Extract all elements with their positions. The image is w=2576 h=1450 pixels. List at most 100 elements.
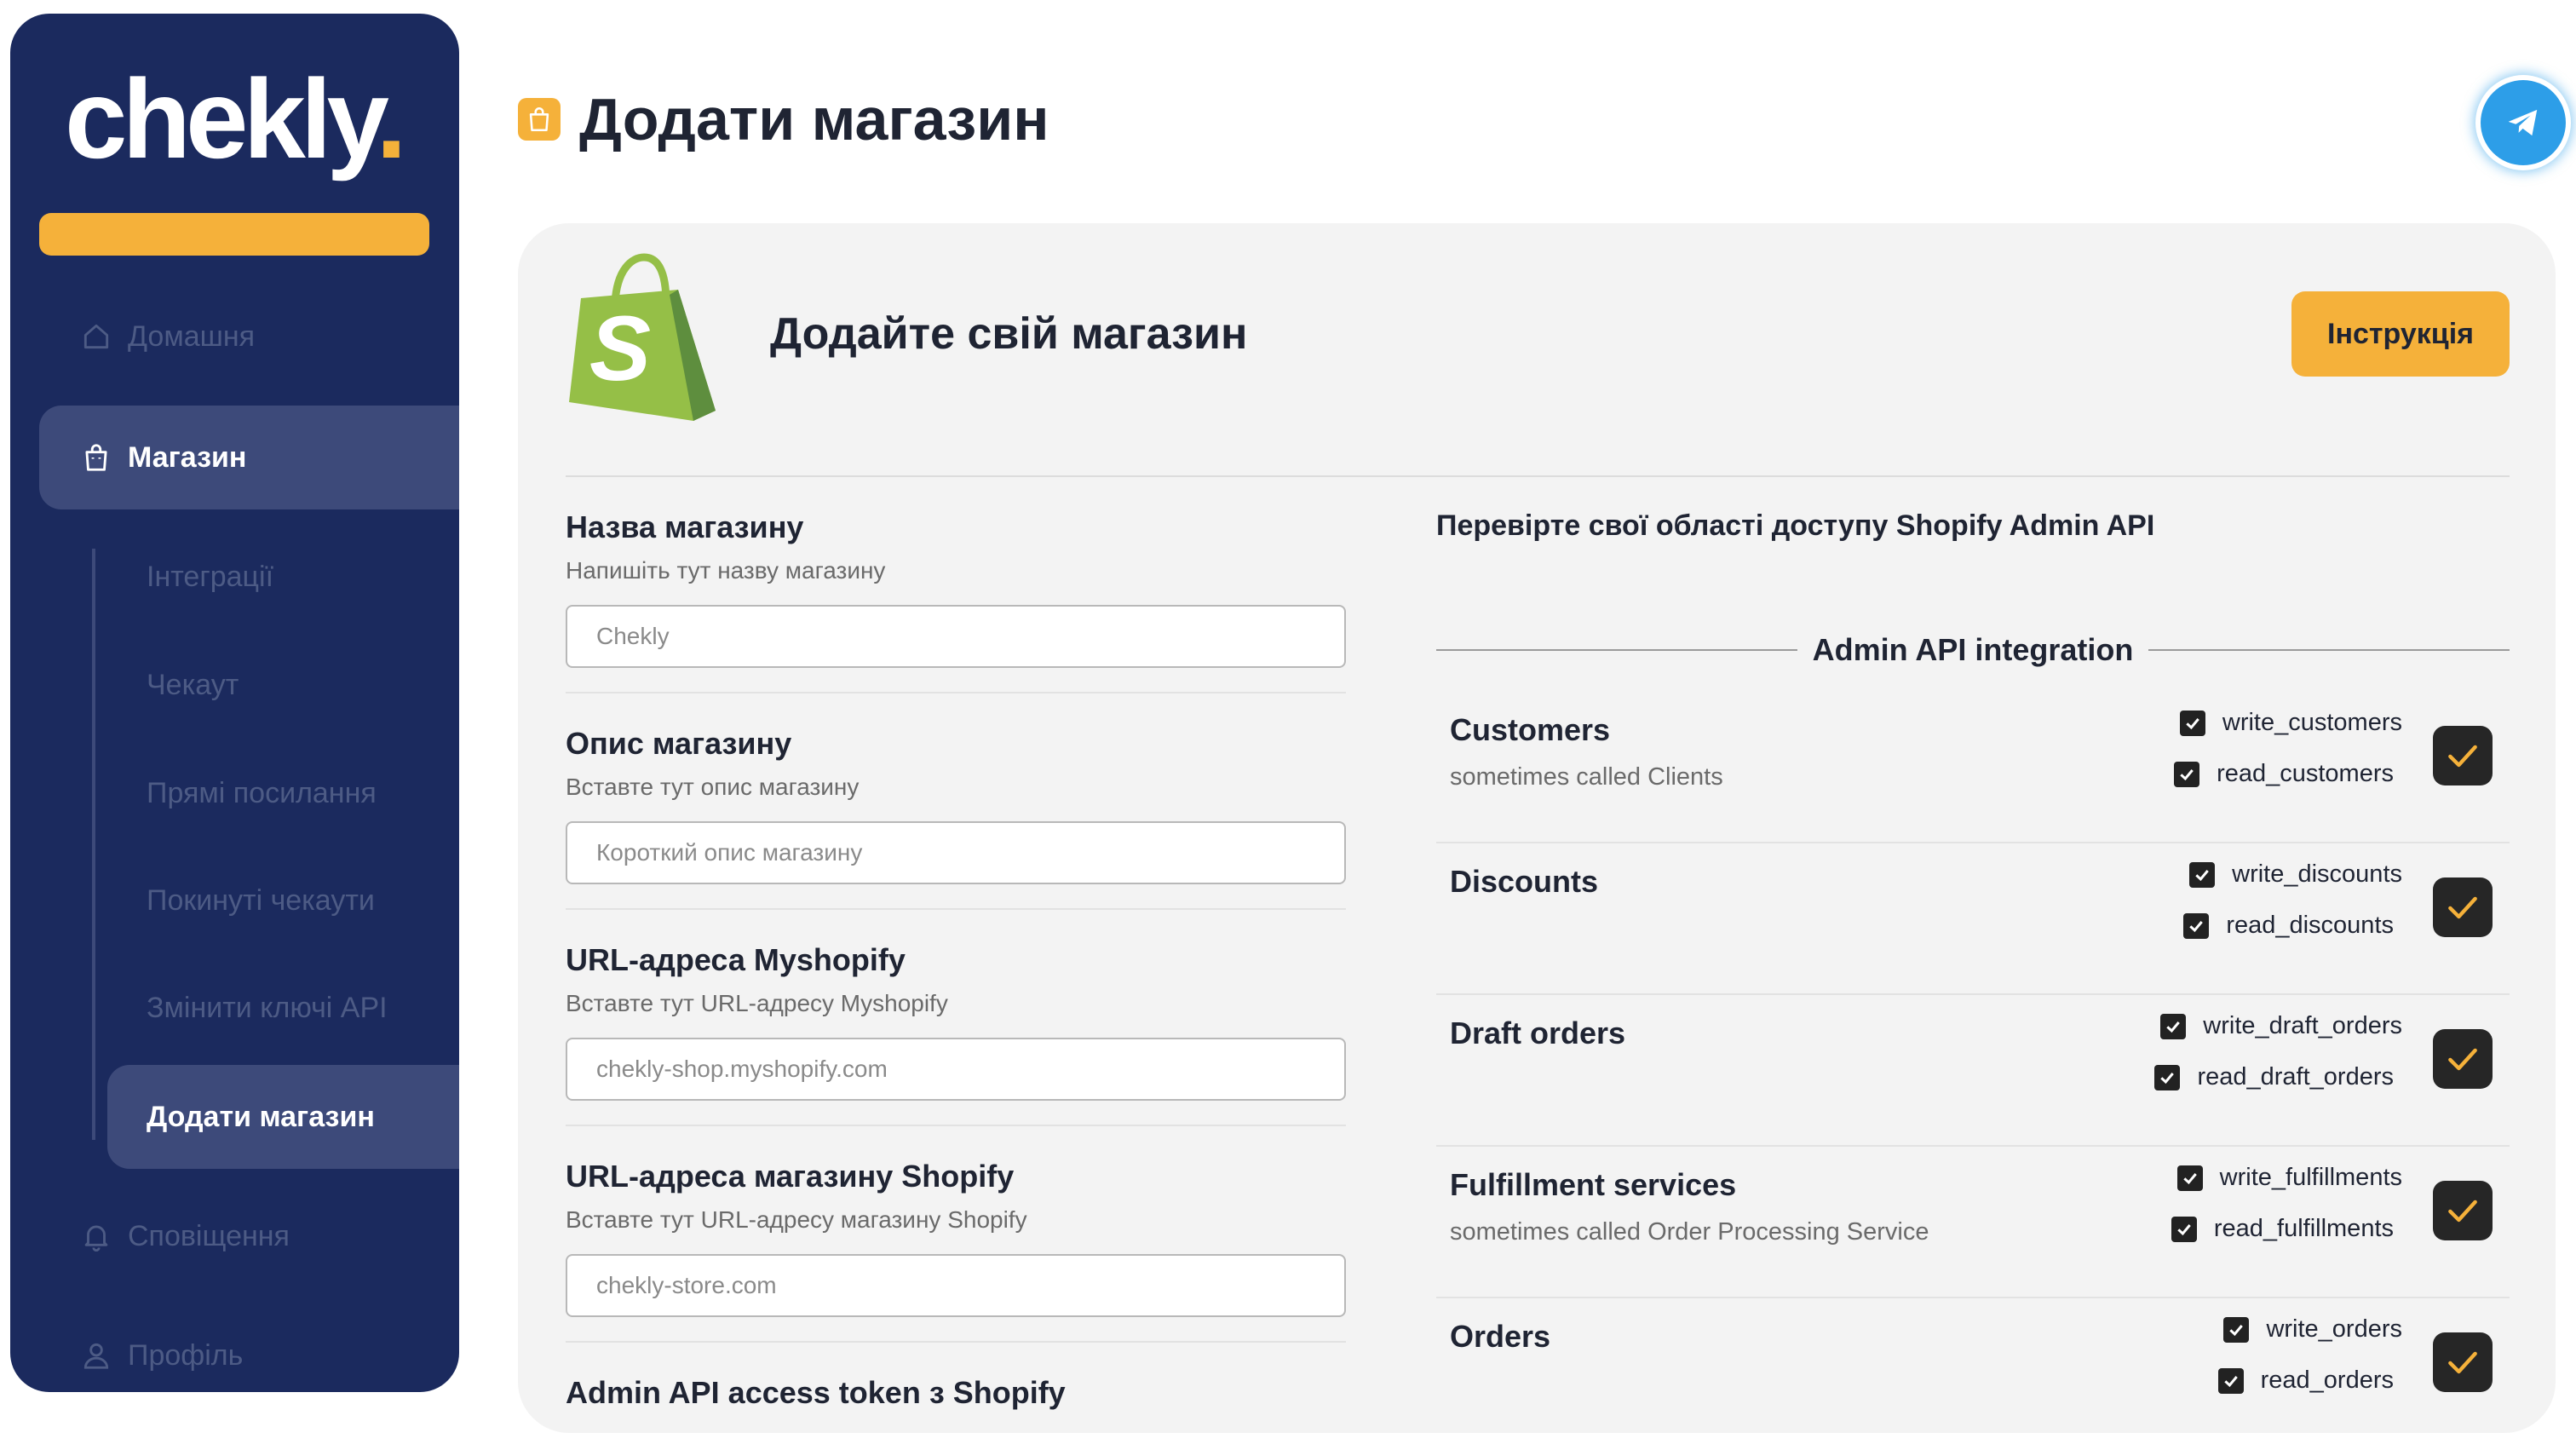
divider xyxy=(2148,649,2510,651)
sidebar-subitem-label: Інтеграції xyxy=(147,560,274,593)
sidebar-subitem-abandoned-checkouts[interactable]: Покинуті чекаути xyxy=(107,849,459,952)
scope-description: sometimes called Order Processing Servic… xyxy=(1450,1218,1929,1246)
myshopify-url-input[interactable] xyxy=(566,1038,1346,1101)
check-icon xyxy=(2448,1048,2477,1071)
telegram-button[interactable] xyxy=(2481,80,2566,165)
checkbox-checked[interactable] xyxy=(2189,861,2216,888)
shop-bag-icon xyxy=(85,444,107,471)
check-icon xyxy=(2177,1223,2191,1235)
divider xyxy=(566,692,1346,693)
permission-write-orders[interactable]: write_orders xyxy=(2223,1315,2402,1344)
scope-row-orders: Orders write_orders read_orders xyxy=(1436,1300,2510,1450)
permission-label: write_draft_orders xyxy=(2203,1012,2402,1039)
submenu-guide-line xyxy=(92,549,95,1140)
admin-api-token-field: Admin API access token з Shopify xyxy=(566,1375,1346,1411)
scope-name: Customers xyxy=(1450,712,1611,747)
permission-read-discounts[interactable]: read_discounts xyxy=(2183,912,2394,940)
field-help: Вставте тут URL-адресу Myshopify xyxy=(566,990,948,1016)
permission-read-orders[interactable]: read_orders xyxy=(2217,1367,2394,1395)
page-header: Додати магазин xyxy=(518,85,1049,153)
scope-enabled-toggle[interactable] xyxy=(2433,1181,2493,1240)
sidebar-item-shop[interactable]: Магазин xyxy=(39,406,459,509)
sidebar-item-label: Сповіщення xyxy=(128,1219,290,1252)
permission-label: write_fulfillments xyxy=(2219,1164,2402,1191)
check-icon xyxy=(2182,1172,2197,1184)
store-name-field: Назва магазину Напишіть тут назву магази… xyxy=(566,509,1346,668)
divider xyxy=(1436,649,1797,651)
sidebar: chekly. Домашня Магазин Інтеграції Чекау… xyxy=(10,14,459,1392)
svg-text:S: S xyxy=(589,296,651,400)
checkbox-checked[interactable] xyxy=(2174,761,2200,787)
scope-row-customers: Customers sometimes called Clients write… xyxy=(1436,693,2510,843)
check-icon xyxy=(2448,1351,2477,1374)
field-label: URL-адреса магазину Shopify xyxy=(566,1159,1015,1194)
permission-label: read_discounts xyxy=(2226,912,2394,939)
store-name-input[interactable] xyxy=(566,605,1346,668)
home-icon xyxy=(83,324,109,349)
sidebar-subitem-integrations[interactable]: Інтеграції xyxy=(107,525,459,629)
chekly-logo[interactable]: chekly. xyxy=(65,63,407,175)
telegram-icon xyxy=(2508,109,2538,136)
checkbox-checked[interactable] xyxy=(2223,1316,2250,1343)
permission-read-customers[interactable]: read_customers xyxy=(2174,760,2394,788)
store-description-input[interactable] xyxy=(566,821,1346,884)
permission-write-customers[interactable]: write_customers xyxy=(2179,709,2402,737)
store-description-field: Опис магазину Вставте тут опис магазину xyxy=(566,726,1346,884)
scope-row-fulfillment-services: Fulfillment services sometimes called Or… xyxy=(1436,1148,2510,1298)
divider xyxy=(566,475,2510,477)
field-help: Вставте тут опис магазину xyxy=(566,774,860,800)
checkbox-checked[interactable] xyxy=(2171,1216,2197,1242)
check-icon xyxy=(2195,869,2209,881)
check-icon xyxy=(2186,717,2199,729)
scope-enabled-toggle[interactable] xyxy=(2433,1332,2493,1392)
sidebar-item-label: Профіль xyxy=(128,1338,244,1372)
field-help: Напишіть тут назву магазину xyxy=(566,557,886,584)
checkbox-checked[interactable] xyxy=(2179,710,2205,736)
checkbox-checked[interactable] xyxy=(2217,1367,2244,1394)
scope-name: Fulfillment services xyxy=(1450,1167,1737,1202)
scope-name: Orders xyxy=(1450,1319,1551,1354)
checkbox-checked[interactable] xyxy=(2183,912,2210,939)
checkbox-checked[interactable] xyxy=(2154,1064,2181,1090)
shopify-store-url-input[interactable] xyxy=(566,1254,1346,1317)
permission-read-fulfillments[interactable]: read_fulfillments xyxy=(2171,1215,2394,1243)
permission-read-draft-orders[interactable]: read_draft_orders xyxy=(2154,1063,2394,1091)
divider xyxy=(566,908,1346,910)
scope-enabled-toggle[interactable] xyxy=(2433,726,2493,785)
sidebar-item-profile[interactable]: Профіль xyxy=(39,1303,459,1392)
divider xyxy=(566,1125,1346,1126)
permission-label: write_orders xyxy=(2266,1315,2402,1343)
shopify-store-url-field: URL-адреса магазину Shopify Вставте тут … xyxy=(566,1159,1346,1317)
bell-icon xyxy=(84,1225,108,1251)
permission-write-discounts[interactable]: write_discounts xyxy=(2189,860,2402,889)
myshopify-url-field: URL-адреса Myshopify Вставте тут URL-адр… xyxy=(566,942,1346,1101)
check-icon xyxy=(2223,1375,2238,1387)
field-label: Опис магазину xyxy=(566,726,792,761)
scope-enabled-toggle[interactable] xyxy=(2433,877,2493,937)
sidebar-subitem-add-store[interactable]: Додати магазин xyxy=(107,1065,459,1169)
permission-label: read_orders xyxy=(2260,1367,2394,1394)
permission-write-draft-orders[interactable]: write_draft_orders xyxy=(2160,1012,2402,1040)
permission-write-fulfillments[interactable]: write_fulfillments xyxy=(2176,1164,2402,1192)
shopify-bag-logo: S xyxy=(569,253,716,421)
sidebar-subitem-change-api-keys[interactable]: Змінити ключі API xyxy=(107,956,459,1060)
checkbox-checked[interactable] xyxy=(2176,1165,2203,1191)
sidebar-subitem-direct-links[interactable]: Прямі посилання xyxy=(107,741,459,845)
scope-enabled-toggle[interactable] xyxy=(2433,1029,2493,1089)
permission-label: write_customers xyxy=(2222,709,2402,736)
sidebar-item-notifications[interactable]: Сповіщення xyxy=(39,1184,459,1288)
integration-title: Admin API integration xyxy=(1812,632,2134,667)
check-icon xyxy=(2448,745,2477,768)
sidebar-item-home[interactable]: Домашня xyxy=(39,285,459,388)
sidebar-subitem-checkout[interactable]: Чекаут xyxy=(107,633,459,737)
sidebar-subitem-label: Змінити ключі API xyxy=(147,991,388,1024)
checkbox-checked[interactable] xyxy=(2160,1013,2187,1039)
check-icon xyxy=(2166,1021,2181,1033)
scope-description: sometimes called Clients xyxy=(1450,763,1723,791)
permission-label: write_discounts xyxy=(2232,860,2402,888)
instruction-button[interactable]: Інструкція xyxy=(2291,291,2510,377)
scope-row-draft-orders: Draft orders write_draft_orders read_dra… xyxy=(1436,997,2510,1147)
scope-row-discounts: Discounts write_discounts read_discounts xyxy=(1436,845,2510,995)
shop-bag-icon xyxy=(518,98,561,141)
page-title: Додати магазин xyxy=(579,86,1049,152)
